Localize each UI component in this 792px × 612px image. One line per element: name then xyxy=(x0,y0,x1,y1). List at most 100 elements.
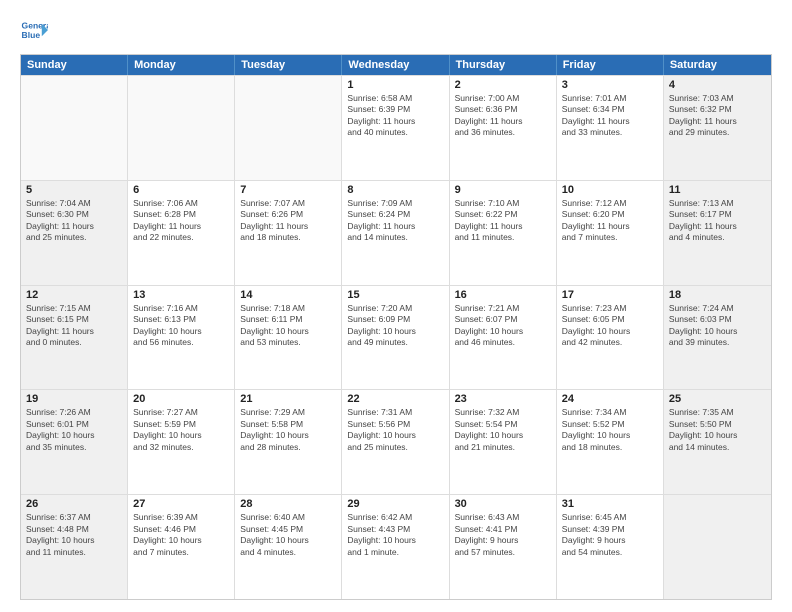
calendar-cell: 10 Sunrise: 7:12 AM Sunset: 6:20 PM Dayli… xyxy=(557,181,664,285)
day-number: 19 xyxy=(26,393,122,405)
cell-info: Sunrise: 6:42 AM Sunset: 4:43 PM Dayligh… xyxy=(347,512,443,558)
day-number: 31 xyxy=(562,498,658,510)
day-number: 28 xyxy=(240,498,336,510)
cell-info: Sunrise: 7:15 AM Sunset: 6:15 PM Dayligh… xyxy=(26,303,122,349)
cell-info: Sunrise: 7:32 AM Sunset: 5:54 PM Dayligh… xyxy=(455,407,551,453)
day-number: 27 xyxy=(133,498,229,510)
calendar-cell: 2Sunrise: 7:00 AM Sunset: 6:36 PM Daylig… xyxy=(450,76,557,180)
cell-info: Sunrise: 6:43 AM Sunset: 4:41 PM Dayligh… xyxy=(455,512,551,558)
day-number: 24 xyxy=(562,393,658,405)
cell-info: Sunrise: 7:18 AM Sunset: 6:11 PM Dayligh… xyxy=(240,303,336,349)
calendar-cell: 26Sunrise: 6:37 AM Sunset: 4:48 PM Dayli… xyxy=(21,495,128,599)
cell-info: Sunrise: 7:27 AM Sunset: 5:59 PM Dayligh… xyxy=(133,407,229,453)
weekday-header: Saturday xyxy=(664,55,771,75)
day-number: 26 xyxy=(26,498,122,510)
calendar-cell xyxy=(235,76,342,180)
calendar-body: 1Sunrise: 6:58 AM Sunset: 6:39 PM Daylig… xyxy=(21,75,771,599)
cell-info: Sunrise: 7:10 AM Sunset: 6:22 PM Dayligh… xyxy=(455,198,551,244)
calendar-cell: 31 Sunrise: 6:45 AM Sunset: 4:39 PM Dayli… xyxy=(557,495,664,599)
calendar-row: 5 Sunrise: 7:04 AM Sunset: 6:30 PM Daylig… xyxy=(21,180,771,285)
day-number: 10 xyxy=(562,184,658,196)
calendar-row: 19 Sunrise: 7:26 AM Sunset: 6:01 PM Dayli… xyxy=(21,389,771,494)
calendar-cell: 12 Sunrise: 7:15 AM Sunset: 6:15 PM Dayli… xyxy=(21,286,128,390)
weekday-header: Monday xyxy=(128,55,235,75)
calendar-cell: 1Sunrise: 6:58 AM Sunset: 6:39 PM Daylig… xyxy=(342,76,449,180)
day-number: 6 xyxy=(133,184,229,196)
day-number: 17 xyxy=(562,289,658,301)
cell-info: Sunrise: 7:07 AM Sunset: 6:26 PM Dayligh… xyxy=(240,198,336,244)
cell-info: Sunrise: 7:35 AM Sunset: 5:50 PM Dayligh… xyxy=(669,407,766,453)
cell-info: Sunrise: 7:06 AM Sunset: 6:28 PM Dayligh… xyxy=(133,198,229,244)
calendar-cell: 8Sunrise: 7:09 AM Sunset: 6:24 PM Daylig… xyxy=(342,181,449,285)
calendar-cell: 25 Sunrise: 7:35 AM Sunset: 5:50 PM Dayli… xyxy=(664,390,771,494)
day-number: 20 xyxy=(133,393,229,405)
day-number: 23 xyxy=(455,393,551,405)
cell-info: Sunrise: 7:00 AM Sunset: 6:36 PM Dayligh… xyxy=(455,93,551,139)
calendar-cell: 3 Sunrise: 7:01 AM Sunset: 6:34 PM Daylig… xyxy=(557,76,664,180)
calendar-cell: 21Sunrise: 7:29 AM Sunset: 5:58 PM Dayli… xyxy=(235,390,342,494)
calendar-cell: 11 Sunrise: 7:13 AM Sunset: 6:17 PM Dayli… xyxy=(664,181,771,285)
calendar-cell: 24 Sunrise: 7:34 AM Sunset: 5:52 PM Dayli… xyxy=(557,390,664,494)
calendar-cell: 9Sunrise: 7:10 AM Sunset: 6:22 PM Daylig… xyxy=(450,181,557,285)
calendar-cell: 29 Sunrise: 6:42 AM Sunset: 4:43 PM Dayli… xyxy=(342,495,449,599)
day-number: 12 xyxy=(26,289,122,301)
calendar: SundayMondayTuesdayWednesdayThursdayFrid… xyxy=(20,54,772,600)
day-number: 15 xyxy=(347,289,443,301)
cell-info: Sunrise: 6:58 AM Sunset: 6:39 PM Dayligh… xyxy=(347,93,443,139)
cell-info: Sunrise: 7:04 AM Sunset: 6:30 PM Dayligh… xyxy=(26,198,122,244)
day-number: 18 xyxy=(669,289,766,301)
day-number: 14 xyxy=(240,289,336,301)
svg-text:Blue: Blue xyxy=(22,30,41,40)
calendar-row: 26Sunrise: 6:37 AM Sunset: 4:48 PM Dayli… xyxy=(21,494,771,599)
calendar-cell xyxy=(664,495,771,599)
cell-info: Sunrise: 7:24 AM Sunset: 6:03 PM Dayligh… xyxy=(669,303,766,349)
calendar-row: 1Sunrise: 6:58 AM Sunset: 6:39 PM Daylig… xyxy=(21,75,771,180)
page: General Blue SundayMondayTuesdayWednesda… xyxy=(0,0,792,612)
cell-info: Sunrise: 7:26 AM Sunset: 6:01 PM Dayligh… xyxy=(26,407,122,453)
day-number: 29 xyxy=(347,498,443,510)
calendar-cell xyxy=(128,76,235,180)
header: General Blue xyxy=(20,16,772,44)
calendar-cell: 23 Sunrise: 7:32 AM Sunset: 5:54 PM Dayli… xyxy=(450,390,557,494)
day-number: 30 xyxy=(455,498,551,510)
calendar-cell: 30 Sunrise: 6:43 AM Sunset: 4:41 PM Dayli… xyxy=(450,495,557,599)
weekday-header: Sunday xyxy=(21,55,128,75)
logo: General Blue xyxy=(20,16,52,44)
calendar-cell xyxy=(21,76,128,180)
cell-info: Sunrise: 6:45 AM Sunset: 4:39 PM Dayligh… xyxy=(562,512,658,558)
day-number: 13 xyxy=(133,289,229,301)
cell-info: Sunrise: 7:20 AM Sunset: 6:09 PM Dayligh… xyxy=(347,303,443,349)
weekday-header: Tuesday xyxy=(235,55,342,75)
weekday-header: Wednesday xyxy=(342,55,449,75)
weekday-header: Thursday xyxy=(450,55,557,75)
calendar-cell: 27 Sunrise: 6:39 AM Sunset: 4:46 PM Dayli… xyxy=(128,495,235,599)
day-number: 11 xyxy=(669,184,766,196)
cell-info: Sunrise: 7:12 AM Sunset: 6:20 PM Dayligh… xyxy=(562,198,658,244)
cell-info: Sunrise: 7:01 AM Sunset: 6:34 PM Dayligh… xyxy=(562,93,658,139)
day-number: 22 xyxy=(347,393,443,405)
cell-info: Sunrise: 7:34 AM Sunset: 5:52 PM Dayligh… xyxy=(562,407,658,453)
calendar-cell: 14 Sunrise: 7:18 AM Sunset: 6:11 PM Dayli… xyxy=(235,286,342,390)
calendar-row: 12 Sunrise: 7:15 AM Sunset: 6:15 PM Dayli… xyxy=(21,285,771,390)
cell-info: Sunrise: 6:40 AM Sunset: 4:45 PM Dayligh… xyxy=(240,512,336,558)
calendar-cell: 22 Sunrise: 7:31 AM Sunset: 5:56 PM Dayli… xyxy=(342,390,449,494)
cell-info: Sunrise: 7:16 AM Sunset: 6:13 PM Dayligh… xyxy=(133,303,229,349)
day-number: 3 xyxy=(562,79,658,91)
day-number: 25 xyxy=(669,393,766,405)
calendar-cell: 7 Sunrise: 7:07 AM Sunset: 6:26 PM Daylig… xyxy=(235,181,342,285)
calendar-cell: 15 Sunrise: 7:20 AM Sunset: 6:09 PM Dayli… xyxy=(342,286,449,390)
cell-info: Sunrise: 6:39 AM Sunset: 4:46 PM Dayligh… xyxy=(133,512,229,558)
calendar-cell: 4Sunrise: 7:03 AM Sunset: 6:32 PM Daylig… xyxy=(664,76,771,180)
calendar-cell: 19 Sunrise: 7:26 AM Sunset: 6:01 PM Dayli… xyxy=(21,390,128,494)
cell-info: Sunrise: 7:21 AM Sunset: 6:07 PM Dayligh… xyxy=(455,303,551,349)
day-number: 5 xyxy=(26,184,122,196)
day-number: 7 xyxy=(240,184,336,196)
calendar-cell: 5 Sunrise: 7:04 AM Sunset: 6:30 PM Daylig… xyxy=(21,181,128,285)
calendar-cell: 28 Sunrise: 6:40 AM Sunset: 4:45 PM Dayli… xyxy=(235,495,342,599)
day-number: 21 xyxy=(240,393,336,405)
calendar-cell: 6 Sunrise: 7:06 AM Sunset: 6:28 PM Daylig… xyxy=(128,181,235,285)
cell-info: Sunrise: 7:03 AM Sunset: 6:32 PM Dayligh… xyxy=(669,93,766,139)
cell-info: Sunrise: 7:31 AM Sunset: 5:56 PM Dayligh… xyxy=(347,407,443,453)
cell-info: Sunrise: 7:13 AM Sunset: 6:17 PM Dayligh… xyxy=(669,198,766,244)
cell-info: Sunrise: 7:09 AM Sunset: 6:24 PM Dayligh… xyxy=(347,198,443,244)
